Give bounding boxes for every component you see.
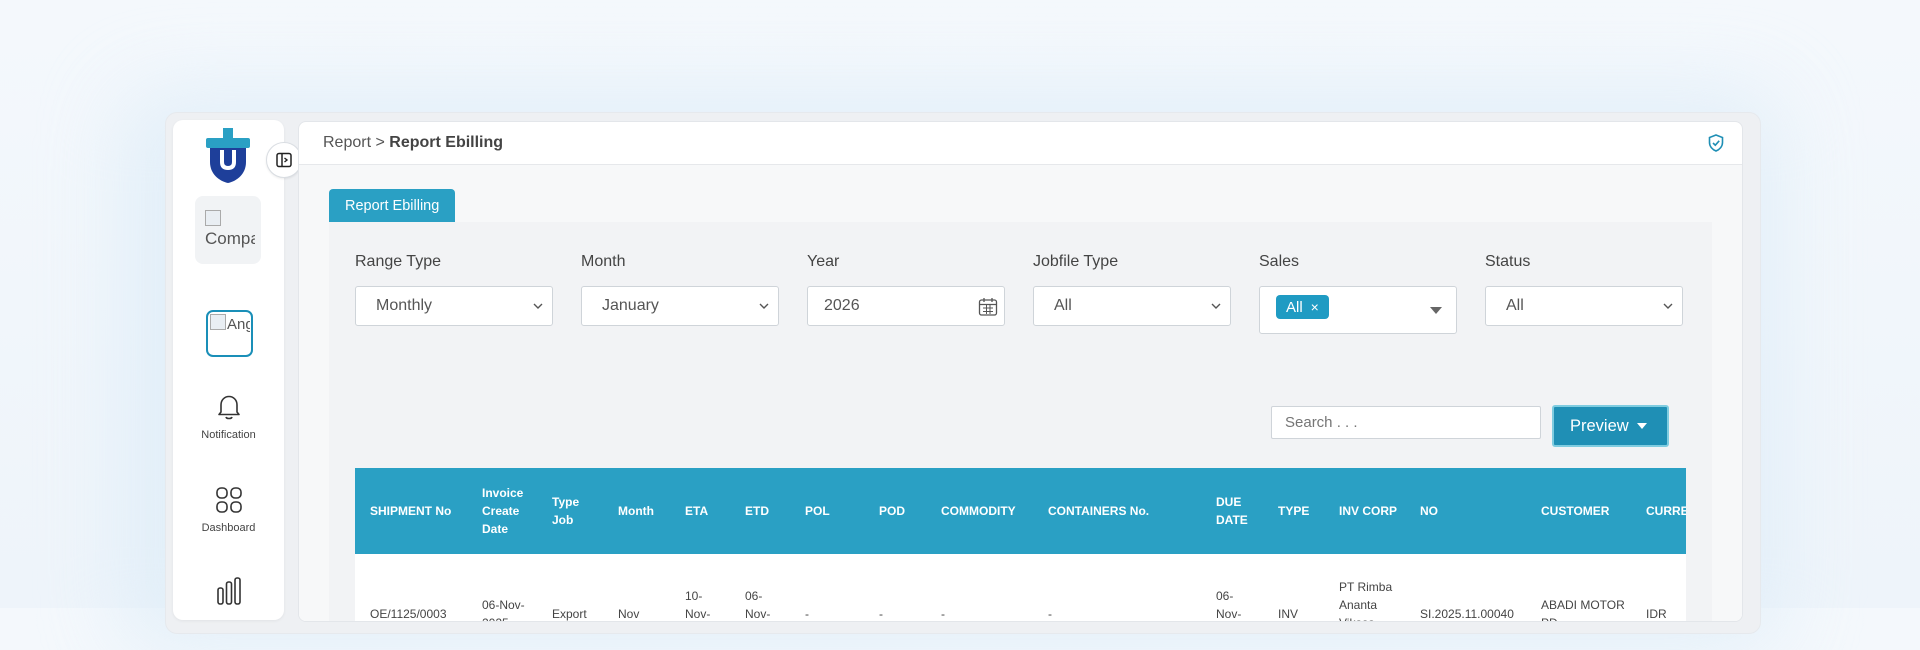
preview-label: Preview — [1570, 417, 1629, 435]
year-label: Year — [807, 253, 840, 270]
table-cell: IDR — [1646, 607, 1667, 621]
sidebar-item-dashboard[interactable]: Dashboard — [173, 486, 284, 534]
table-cell: SI.2025.11.00040 — [1420, 607, 1514, 621]
tab-report-ebilling[interactable]: Report Ebilling — [329, 189, 456, 223]
table-cell: - — [1048, 607, 1052, 621]
breadcrumb-separator: > — [371, 134, 390, 151]
bar-chart-icon — [216, 577, 241, 605]
breadcrumb: Report > Report Ebilling — [323, 134, 503, 152]
logo-icon — [206, 128, 250, 183]
table-cell: - — [879, 607, 883, 621]
sidebar: Compa Ang Notification Dashboard — [173, 120, 284, 620]
range-type-select[interactable]: Monthly — [355, 286, 553, 326]
table-cell: 06-Nov-2025 — [1216, 589, 1242, 621]
shield-check-icon[interactable] — [1708, 134, 1724, 152]
chevron-down-icon — [533, 303, 543, 309]
avatar[interactable]: Ang — [206, 310, 253, 357]
column-header[interactable]: TYPE — [1263, 468, 1324, 554]
sales-chip-label: All — [1286, 299, 1303, 316]
sidebar-item-report[interactable] — [173, 576, 284, 606]
sidebar-toggle-icon — [276, 152, 292, 168]
jobfile-type-value: All — [1054, 297, 1072, 314]
range-type-value: Monthly — [376, 297, 433, 314]
column-header[interactable]: COMMODITY — [926, 468, 1033, 554]
table-cell: OE/1125/0003 — [370, 607, 447, 621]
caret-down-icon[interactable] — [1430, 307, 1442, 314]
column-header[interactable]: ETD — [730, 468, 790, 554]
chevron-down-icon — [1663, 303, 1673, 309]
year-input[interactable]: 2026 — [807, 286, 1005, 326]
bell-icon — [217, 395, 240, 420]
sales-multiselect[interactable]: All × — [1259, 286, 1457, 334]
column-header[interactable]: SHIPMENT No — [355, 468, 467, 554]
column-header[interactable]: Type Job — [537, 468, 603, 554]
chevron-down-icon — [759, 303, 769, 309]
range-type-label: Range Type — [355, 253, 441, 270]
preview-button[interactable]: Preview — [1552, 405, 1669, 447]
column-header[interactable]: POL — [790, 468, 864, 554]
grid-icon — [215, 487, 242, 513]
column-header[interactable]: NO — [1405, 468, 1526, 554]
column-header[interactable]: Month — [603, 468, 670, 554]
sidebar-item-notification[interactable]: Notification — [173, 393, 284, 441]
table-cell: 10-Nov-2025 — [685, 589, 711, 621]
table-cell: Nov — [618, 607, 640, 621]
year-value: 2026 — [824, 297, 860, 314]
column-header[interactable]: Invoice Create Date — [467, 468, 537, 554]
report-table: SHIPMENT No Invoice Create Date Type Job… — [355, 468, 1686, 621]
sidebar-item-label: Notification — [201, 429, 256, 441]
avatar-image: Ang — [210, 314, 250, 334]
jobfile-type-label: Jobfile Type — [1033, 253, 1119, 270]
table-cell: 06-Nov-2025 — [745, 589, 771, 621]
table-cell: - — [805, 607, 809, 621]
month-value: January — [602, 297, 659, 314]
sidebar-collapse-button[interactable] — [266, 142, 302, 178]
table-cell: Export — [552, 607, 587, 621]
filter-panel: Range Type Monthly Month January Year 20… — [329, 222, 1712, 621]
company-image: Compa — [205, 210, 255, 248]
table-cell: - — [941, 607, 945, 621]
breadcrumb-parent[interactable]: Report — [323, 134, 371, 151]
search-input[interactable] — [1271, 406, 1541, 439]
table-cell: ABADI MOTOR PD — [1541, 598, 1625, 621]
sales-chip: All × — [1276, 295, 1329, 319]
sidebar-item-label: Dashboard — [201, 522, 256, 534]
jobfile-type-select[interactable]: All — [1033, 286, 1231, 326]
sales-label: Sales — [1259, 253, 1300, 270]
month-select[interactable]: January — [581, 286, 779, 326]
chevron-down-icon — [1211, 303, 1221, 309]
main-panel: Report > Report Ebilling Report Ebilling… — [298, 121, 1743, 622]
company-logo-box: Compa — [195, 196, 261, 264]
breadcrumb-current: Report Ebilling — [389, 134, 504, 151]
top-bar: Report > Report Ebilling — [299, 122, 1742, 165]
column-header[interactable]: CONTAINERS No. — [1033, 468, 1201, 554]
status-select[interactable]: All — [1485, 286, 1683, 326]
table-header-row: SHIPMENT No Invoice Create Date Type Job… — [355, 468, 1686, 554]
content-area: Report Ebilling Range Type Monthly Month… — [299, 165, 1742, 621]
status-value: All — [1506, 297, 1524, 314]
table-cell: INV — [1278, 607, 1299, 621]
calendar-icon[interactable] — [978, 297, 998, 317]
column-header[interactable]: DUE DATE — [1201, 468, 1263, 554]
table-cell: 06-Nov-2025 — [482, 598, 525, 621]
column-header[interactable]: ETA — [670, 468, 730, 554]
table-cell: PT Rimba Ananta Vikasa Staging — [1339, 580, 1393, 621]
status-label: Status — [1485, 253, 1531, 270]
caret-down-icon[interactable] — [1637, 423, 1647, 429]
month-label: Month — [581, 253, 626, 270]
column-header[interactable]: POD — [864, 468, 926, 554]
chip-remove-icon[interactable]: × — [1311, 299, 1319, 315]
column-header[interactable]: INV CORP — [1324, 468, 1405, 554]
table-row[interactable]: OE/1125/0003 06-Nov-2025 Export Nov 10-N… — [355, 554, 1686, 621]
column-header[interactable]: CURRENCY — [1631, 468, 1686, 554]
column-header[interactable]: CUSTOMER — [1526, 468, 1631, 554]
